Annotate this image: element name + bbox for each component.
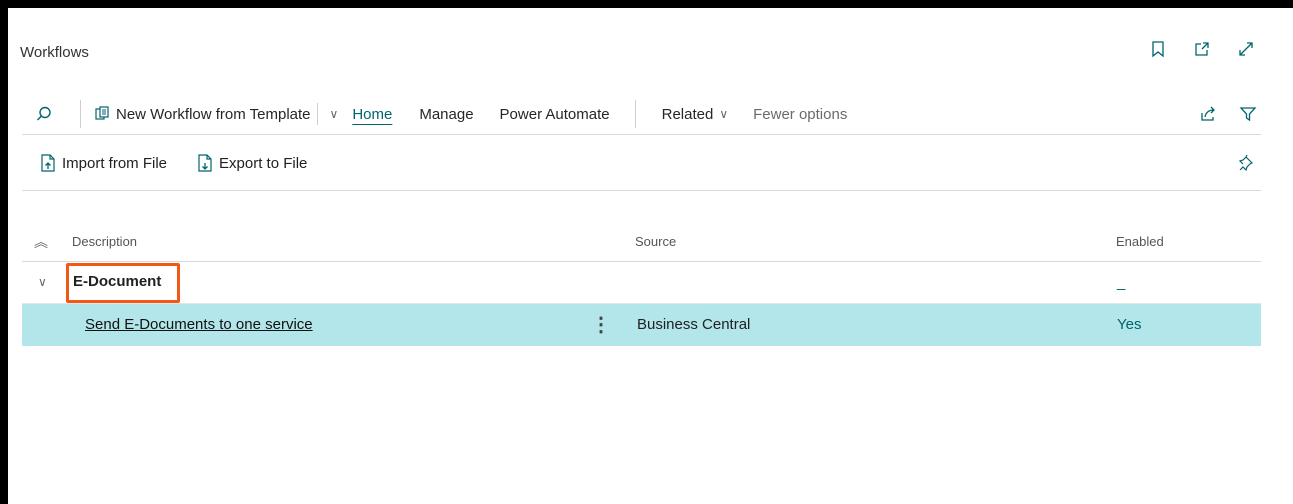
column-description[interactable]: Description xyxy=(72,234,137,249)
grid-header: ︽ Description Source Enabled xyxy=(22,230,1261,262)
tab-home[interactable]: Home xyxy=(352,94,392,134)
fewer-options-button[interactable]: Fewer options xyxy=(753,94,847,134)
group-label: E-Document xyxy=(73,273,162,290)
collapse-all-icon[interactable]: ︽ xyxy=(34,232,48,252)
row-more-options-icon[interactable]: ⋮ xyxy=(591,312,611,337)
column-source[interactable]: Source xyxy=(635,234,676,249)
group-enabled: _ xyxy=(1117,274,1126,291)
export-label: Export to File xyxy=(219,154,308,172)
chevron-down-icon[interactable]: ∨ xyxy=(38,275,47,289)
table-row[interactable]: Send E-Documents to one service ⋮ Busine… xyxy=(22,304,1261,346)
page-title: Workflows xyxy=(20,44,89,61)
workflows-grid: ︽ Description Source Enabled ∨ E-Documen… xyxy=(22,230,1261,346)
separator xyxy=(80,100,81,128)
tab-manage[interactable]: Manage xyxy=(419,94,473,134)
tab-power-automate[interactable]: Power Automate xyxy=(500,94,610,134)
template-icon xyxy=(95,106,109,120)
action-bar: New Workflow from Template ∨ Home Manage… xyxy=(22,94,1261,135)
export-to-file-button[interactable]: Export to File xyxy=(195,136,307,190)
pin-icon[interactable] xyxy=(1237,136,1255,190)
group-row[interactable]: ∨ E-Document _ xyxy=(22,262,1261,304)
separator xyxy=(634,100,636,128)
row-description-link[interactable]: Send E-Documents to one service xyxy=(85,316,313,333)
workflows-page: Workflows New Workflow from Template ∨ H… xyxy=(8,8,1293,504)
related-menu[interactable]: Related ∨ xyxy=(662,94,729,134)
share-icon[interactable] xyxy=(1199,94,1217,134)
row-enabled: Yes xyxy=(1117,316,1142,333)
open-new-window-icon[interactable] xyxy=(1191,38,1213,60)
export-file-icon xyxy=(198,154,212,172)
chevron-down-icon: ∨ xyxy=(719,107,729,121)
title-bar: Workflows xyxy=(8,8,1293,88)
filter-icon[interactable] xyxy=(1239,94,1257,134)
new-workflow-label: New Workflow from Template xyxy=(116,105,311,123)
bookmark-icon[interactable] xyxy=(1147,38,1169,60)
new-workflow-dropdown-button[interactable]: ∨ xyxy=(324,94,339,134)
expand-icon[interactable] xyxy=(1235,38,1257,60)
import-from-file-button[interactable]: Import from File xyxy=(38,136,167,190)
import-file-icon xyxy=(41,154,55,172)
related-label: Related xyxy=(661,105,714,123)
import-label: Import from File xyxy=(62,154,168,172)
title-icons xyxy=(1147,38,1257,60)
search-icon[interactable] xyxy=(22,94,66,134)
new-workflow-from-template-button[interactable]: New Workflow from Template xyxy=(93,94,311,134)
row-source: Business Central xyxy=(637,316,751,333)
split-separator xyxy=(316,103,318,125)
column-enabled[interactable]: Enabled xyxy=(1116,234,1164,249)
chevron-down-icon: ∨ xyxy=(329,107,339,121)
sub-action-bar: Import from File Export to File xyxy=(22,136,1261,191)
